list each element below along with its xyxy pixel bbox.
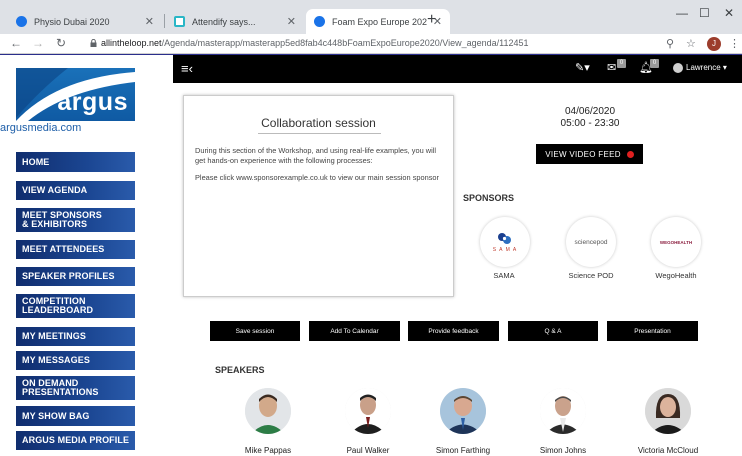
session-sponsor-text: Please click www.sponsorexample.co.uk to… [195,173,439,182]
sponsor-name: WegoHealth [655,271,697,280]
session-date: 04/06/2020 [564,106,616,117]
sponsors-heading: SPONSORS [463,193,515,203]
sidebar-item-home[interactable]: HOME [16,152,135,172]
sponsor-logo-sama[interactable]: S A M A [480,217,530,267]
sponsor-logo-science-pod[interactable]: sciencepod [566,217,616,267]
profile-avatar[interactable]: J [707,37,721,51]
sidebar-item-my-messages[interactable]: MY MESSAGES [16,351,135,370]
forward-icon[interactable]: → [32,36,44,50]
speaker-photo-mike-pappas[interactable] [245,388,291,434]
reload-icon[interactable]: ↻ [56,36,66,50]
top-bar: ≡‹ ✎▾ ✉ 0 🔔︎ 0 Lawrence ▾ [173,55,742,83]
sponsor-name: SAMA [493,271,515,280]
user-avatar[interactable] [673,63,683,73]
provide-feedback-button[interactable]: Provide feedback [408,321,499,341]
session-card: Collaboration session During this sectio… [183,95,454,297]
back-icon[interactable]: ← [10,36,22,50]
sciencepod-logo: sciencepod [574,238,608,246]
speaker-name: Simon Johns [539,446,587,455]
speaker-name: Simon Farthing [435,446,491,455]
browser-tab-bar: Physio Dubai 2020 ✕ Attendify says... ✕ … [0,0,742,34]
more-menu-icon[interactable]: ⋮ [729,37,740,50]
add-to-calendar-button[interactable]: Add To Calendar [309,321,400,341]
url-field[interactable]: allintheloop.net/Agenda/masterapp/master… [101,38,529,48]
browser-tab-attendify[interactable]: Attendify says... ✕ [166,9,304,34]
speaker-photo-victoria-mccloud[interactable] [645,388,691,434]
browser-tab-physio[interactable]: Physio Dubai 2020 ✕ [8,9,162,34]
sidebar-item-on-demand-presentations[interactable]: ON DEMAND PRESENTATIONS [16,376,135,400]
minimize-icon[interactable]: — [676,6,688,20]
attendify-icon [174,16,185,27]
notification-count-badge: 0 [650,59,659,68]
save-session-button[interactable]: Save session [210,321,300,341]
window-close-icon[interactable]: ✕ [724,6,734,20]
message-icon[interactable]: ✉ [607,61,616,74]
presentation-button[interactable]: Presentation [607,321,698,341]
session-time: 05:00 - 23:30 [560,118,620,129]
sama-logo-icon [498,232,511,244]
sidebar-item-meet-attendees[interactable]: MEET ATTENDEES [16,240,135,259]
person-icon [245,388,291,434]
sidebar-item-competition-leaderboard[interactable]: COMPETITION LEADERBOARD [16,294,135,318]
speakers-heading: SPEAKERS [215,365,265,375]
person-icon [345,388,391,434]
address-bar: ← → ↻ allintheloop.net/Agenda/masterapp/… [0,34,742,54]
tab-separator [164,14,165,28]
speaker-name: Victoria McCloud [637,446,699,455]
message-count-badge: 0 [617,59,626,68]
session-title: Collaboration session [261,116,376,130]
speaker-photo-paul-walker[interactable] [345,388,391,434]
sponsor-logo-wegohealth[interactable]: WEGOHEALTH [651,217,701,267]
speaker-photo-simon-johns[interactable] [540,388,586,434]
edit-icon[interactable]: ✎▾ [575,61,590,74]
sidebar-item-argus-media-profile[interactable]: ARGUS MEDIA PROFILE [16,431,135,450]
sidebar-item-meet-sponsors[interactable]: MEET SPONSORS & EXHIBITORS [16,208,135,232]
person-icon [645,388,691,434]
sidebar-item-speaker-profiles[interactable]: SPEAKER PROFILES [16,267,135,286]
title-underline [258,133,381,134]
user-menu[interactable]: Lawrence ▾ [686,63,727,72]
q-and-a-button[interactable]: Q & A [508,321,598,341]
close-icon[interactable]: ✕ [145,15,154,28]
sidebar-item-view-agenda[interactable]: VIEW AGENDA [16,181,135,200]
close-icon[interactable]: ✕ [287,15,296,28]
globe-icon [314,16,325,27]
page-content: argus argusmedia.com HOME VIEW AGENDA ME… [0,55,742,456]
new-tab-button[interactable]: + [427,11,436,29]
site-url: argusmedia.com [0,122,82,134]
sidebar-item-my-show-bag[interactable]: MY SHOW BAG [16,406,135,426]
menu-toggle-icon[interactable]: ≡‹ [181,61,193,76]
maximize-icon[interactable]: ☐ [699,6,710,20]
bookmark-star-icon[interactable]: ☆ [686,37,696,50]
sidebar-item-my-meetings[interactable]: MY MEETINGS [16,327,135,346]
sponsor-name: Science POD [568,271,614,280]
zoom-icon[interactable]: ⚲ [666,37,674,50]
wegohealth-logo: WEGOHEALTH [659,239,693,245]
speaker-photo-simon-farthing[interactable] [440,388,486,434]
person-icon [540,388,586,434]
session-description: During this section of the Workshop, and… [195,146,436,165]
speaker-name: Mike Pappas [244,446,292,455]
live-dot-icon [626,150,634,158]
lock-icon [90,39,97,47]
speaker-name: Paul Walker [346,446,390,455]
person-icon [440,388,486,434]
globe-icon [16,16,27,27]
argus-logo[interactable]: argus [16,68,135,121]
view-video-feed-button[interactable]: VIEW VIDEO FEED [536,144,643,164]
